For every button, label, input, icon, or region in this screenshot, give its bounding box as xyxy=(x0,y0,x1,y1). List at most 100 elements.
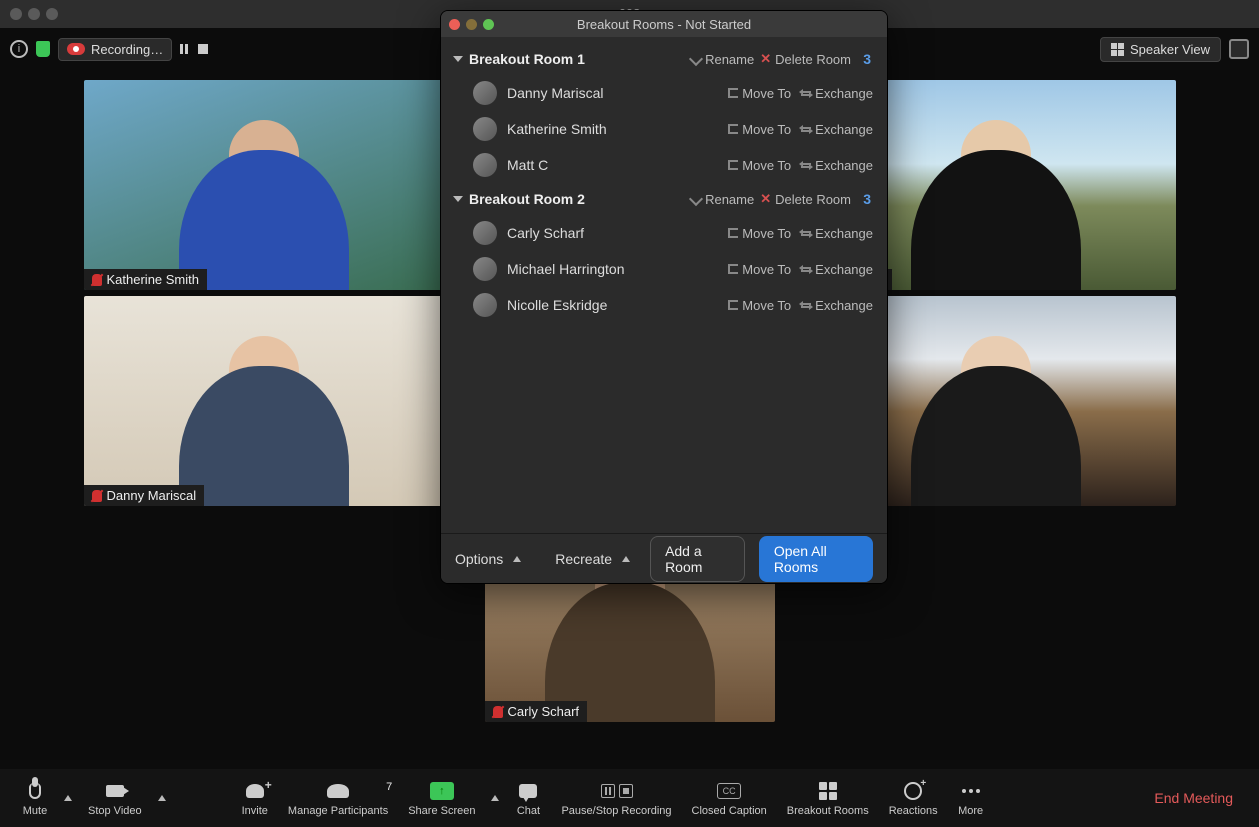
chat-button[interactable]: Chat xyxy=(505,779,551,817)
end-meeting-button[interactable]: End Meeting xyxy=(1140,790,1247,806)
avatar xyxy=(473,117,497,141)
dialog-zoom-icon[interactable] xyxy=(483,19,494,30)
participant-name: Carly Scharf xyxy=(507,225,584,241)
video-tile[interactable]: Danny Mariscal xyxy=(84,296,444,506)
move-to-icon xyxy=(728,88,738,98)
fullscreen-icon[interactable] xyxy=(1229,39,1249,59)
participant-name: Michael Harrington xyxy=(507,261,625,277)
exchange-button[interactable]: Exchange xyxy=(801,226,873,241)
move-to-button[interactable]: Move To xyxy=(728,262,791,277)
open-all-rooms-button[interactable]: Open All Rooms xyxy=(759,536,873,582)
recording-indicator: Recording… xyxy=(58,38,172,61)
more-label: More xyxy=(958,805,983,817)
participant-row[interactable]: Carly Scharf Move To Exchange xyxy=(451,215,873,251)
breakout-rooms-button[interactable]: Breakout Rooms xyxy=(777,779,879,817)
mic-muted-icon xyxy=(92,274,102,286)
participants-count-badge: 7 xyxy=(386,781,392,793)
breakout-rooms-icon xyxy=(819,782,837,800)
dialog-minimize-icon xyxy=(466,19,477,30)
move-to-button[interactable]: Move To xyxy=(728,158,791,173)
chevron-up-icon xyxy=(622,556,630,562)
mute-button[interactable]: Mute xyxy=(12,779,58,817)
participant-row[interactable]: Matt C Move To Exchange xyxy=(451,147,873,183)
room-participant-count: 3 xyxy=(857,191,871,207)
dialog-titlebar[interactable]: Breakout Rooms - Not Started xyxy=(441,11,887,37)
participant-row[interactable]: Katherine Smith Move To Exchange xyxy=(451,111,873,147)
pause-recording-button[interactable] xyxy=(180,44,190,54)
delete-room-button[interactable]: ✕Delete Room xyxy=(760,51,851,67)
pause-stop-recording-label: Pause/Stop Recording xyxy=(561,805,671,817)
exchange-button[interactable]: Exchange xyxy=(801,298,873,313)
stop-video-button[interactable]: Stop Video xyxy=(78,779,152,817)
dialog-close-icon[interactable] xyxy=(449,19,460,30)
more-button[interactable]: More xyxy=(948,779,994,817)
participant-name: Katherine Smith xyxy=(507,121,607,137)
exchange-button[interactable]: Exchange xyxy=(801,158,873,173)
move-to-button[interactable]: Move To xyxy=(728,226,791,241)
recreate-button[interactable]: Recreate xyxy=(555,551,636,567)
manage-participants-button[interactable]: 7 Manage Participants xyxy=(278,779,398,817)
manage-participants-label: Manage Participants xyxy=(288,805,388,817)
share-screen-button[interactable]: ↑ Share Screen xyxy=(398,779,485,817)
invite-button[interactable]: Invite xyxy=(232,779,278,817)
participant-row[interactable]: Danny Mariscal Move To Exchange xyxy=(451,75,873,111)
rename-room-button[interactable]: Rename xyxy=(691,52,754,67)
more-icon xyxy=(962,789,980,793)
participant-name-label: Katherine Smith xyxy=(107,272,200,287)
exchange-icon xyxy=(801,231,811,236)
breakout-rooms-label: Breakout Rooms xyxy=(787,805,869,817)
speaker-view-toggle[interactable]: Speaker View xyxy=(1100,37,1221,62)
exchange-button[interactable]: Exchange xyxy=(801,262,873,277)
x-icon: ✕ xyxy=(760,191,771,207)
stop-recording-button[interactable] xyxy=(198,44,208,54)
reactions-button[interactable]: Reactions xyxy=(879,779,948,817)
mute-label: Mute xyxy=(23,805,47,817)
delete-room-button[interactable]: ✕Delete Room xyxy=(760,191,851,207)
info-icon[interactable]: i xyxy=(10,40,28,58)
participant-name: Matt C xyxy=(507,157,548,173)
pencil-icon xyxy=(689,192,703,206)
speaker-view-label: Speaker View xyxy=(1130,42,1210,57)
share-menu-button[interactable] xyxy=(491,795,499,801)
pause-stop-recording-button[interactable]: Pause/Stop Recording xyxy=(551,779,681,817)
minimize-icon[interactable] xyxy=(28,8,40,20)
reactions-icon xyxy=(904,782,922,800)
dialog-title: Breakout Rooms - Not Started xyxy=(577,17,751,32)
zoom-icon[interactable] xyxy=(46,8,58,20)
audio-menu-button[interactable] xyxy=(64,795,72,801)
microphone-icon xyxy=(29,783,41,799)
avatar xyxy=(473,221,497,245)
share-screen-icon: ↑ xyxy=(430,782,454,800)
exchange-button[interactable]: Exchange xyxy=(801,86,873,101)
move-to-icon xyxy=(728,300,738,310)
participant-row[interactable]: Nicolle Eskridge Move To Exchange xyxy=(451,287,873,323)
encryption-shield-icon[interactable] xyxy=(36,41,50,57)
closed-caption-button[interactable]: CC Closed Caption xyxy=(682,779,777,817)
dialog-footer: Options Recreate Add a Room Open All Roo… xyxy=(441,533,887,583)
recording-label: Recording… xyxy=(91,42,163,57)
move-to-button[interactable]: Move To xyxy=(728,86,791,101)
room-name: Breakout Room 2 xyxy=(469,191,585,207)
close-icon[interactable] xyxy=(10,8,22,20)
x-icon: ✕ xyxy=(760,51,771,67)
rename-room-button[interactable]: Rename xyxy=(691,192,754,207)
move-to-button[interactable]: Move To xyxy=(728,122,791,137)
room-header[interactable]: Breakout Room 2 Rename ✕Delete Room 3 xyxy=(451,183,873,215)
chevron-up-icon xyxy=(513,556,521,562)
participant-name: Danny Mariscal xyxy=(507,85,603,101)
move-to-button[interactable]: Move To xyxy=(728,298,791,313)
exchange-button[interactable]: Exchange xyxy=(801,122,873,137)
chevron-down-icon[interactable] xyxy=(453,56,463,62)
participant-row[interactable]: Michael Harrington Move To Exchange xyxy=(451,251,873,287)
add-room-button[interactable]: Add a Room xyxy=(650,536,745,582)
reactions-label: Reactions xyxy=(889,805,938,817)
avatar xyxy=(473,257,497,281)
options-button[interactable]: Options xyxy=(455,551,527,567)
window-traffic-lights[interactable] xyxy=(10,8,58,20)
chevron-down-icon[interactable] xyxy=(453,196,463,202)
room-header[interactable]: Breakout Room 1 Rename ✕Delete Room 3 xyxy=(451,43,873,75)
video-menu-button[interactable] xyxy=(158,795,166,801)
breakout-rooms-dialog: Breakout Rooms - Not Started Breakout Ro… xyxy=(440,10,888,584)
invite-icon xyxy=(246,784,264,798)
video-tile[interactable]: Katherine Smith xyxy=(84,80,444,290)
